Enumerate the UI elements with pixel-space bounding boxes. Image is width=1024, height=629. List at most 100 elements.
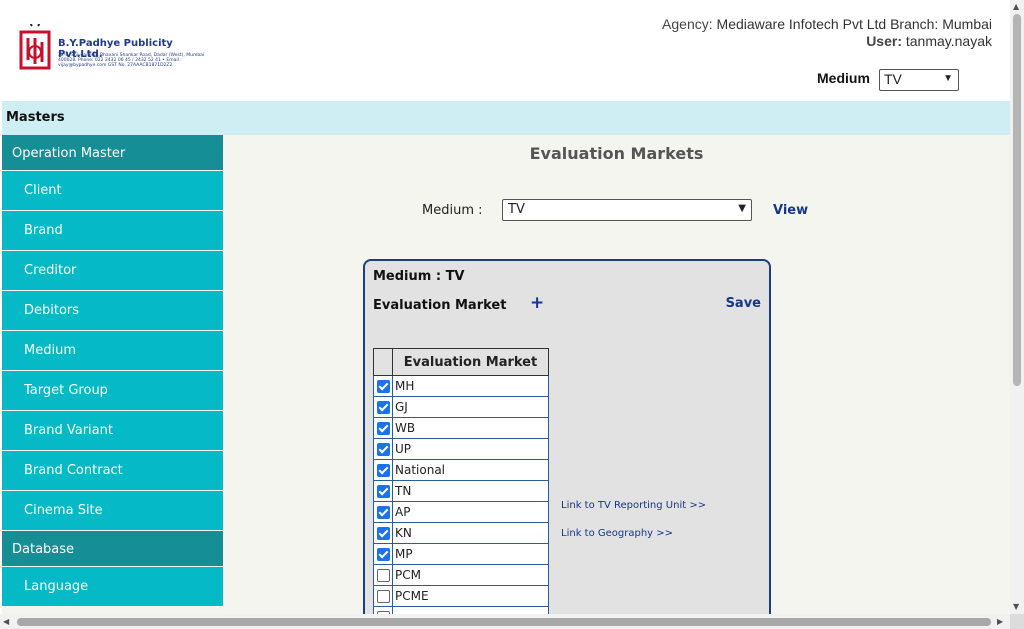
- market-name-cell: GJ: [392, 396, 549, 418]
- row-checkbox[interactable]: [376, 548, 390, 561]
- scroll-up-arrow-icon[interactable]: ▲: [1013, 2, 1019, 11]
- scroll-left-arrow-icon[interactable]: ◀: [3, 617, 9, 626]
- row-checkbox-cell: [373, 564, 393, 586]
- row-checkbox[interactable]: [376, 590, 390, 603]
- evaluation-market-column-header: Evaluation Market: [392, 348, 549, 376]
- medium-filter-select[interactable]: TV ▼: [502, 199, 752, 221]
- market-name-cell: WB: [392, 417, 549, 439]
- add-market-icon[interactable]: +: [530, 293, 544, 313]
- row-checkbox[interactable]: [376, 569, 390, 582]
- header-medium-selected-value: TV: [884, 71, 902, 87]
- masters-bar: Masters: [2, 101, 1010, 135]
- sidebar-item-medium[interactable]: Medium: [2, 331, 223, 371]
- row-checkbox[interactable]: [376, 485, 390, 498]
- row-checkbox-cell: [373, 375, 393, 397]
- market-name-cell: UP: [392, 438, 549, 460]
- scroll-down-arrow-icon[interactable]: ▼: [1013, 602, 1019, 611]
- row-checkbox-cell: [373, 522, 393, 544]
- save-button[interactable]: Save: [726, 296, 761, 311]
- medium-filter-label: Medium :: [422, 203, 483, 218]
- user-value: tanmay.nayak: [905, 33, 992, 49]
- row-checkbox[interactable]: [376, 443, 390, 456]
- row-checkbox[interactable]: [376, 506, 390, 519]
- market-name-cell: TN: [392, 480, 549, 502]
- table-row: AP: [373, 501, 549, 523]
- horizontal-scroll-thumb[interactable]: [17, 618, 991, 626]
- sidebar-item-brand-variant[interactable]: Brand Variant: [2, 411, 223, 451]
- market-name-cell: MH: [392, 375, 549, 397]
- select-column-header: [373, 348, 393, 376]
- user-info: User: tanmay.nayak: [866, 33, 992, 49]
- header-medium-label: Medium: [817, 70, 870, 86]
- row-checkbox-cell: [373, 543, 393, 565]
- evaluation-market-panel: Medium : TV Evaluation Market + Save Eva…: [363, 259, 771, 614]
- sidebar-item-brand-contract[interactable]: Brand Contract: [2, 451, 223, 491]
- table-row: PCM: [373, 564, 549, 586]
- row-checkbox-cell: [373, 417, 393, 439]
- sidebar-item-target-group[interactable]: Target Group: [2, 371, 223, 411]
- row-checkbox[interactable]: [376, 401, 390, 414]
- sidebar-item-brand[interactable]: Brand: [2, 211, 223, 251]
- chevron-down-icon: ▼: [738, 203, 746, 214]
- row-checkbox[interactable]: [376, 527, 390, 540]
- table-row: [373, 606, 549, 614]
- page-header: B.Y.Padhye Publicity Pvt.Ltd. 32-E, Shiv…: [0, 0, 1010, 101]
- sidebar-item-debitors[interactable]: Debitors: [2, 291, 223, 331]
- sidebar-item-cinema-site[interactable]: Cinema Site: [2, 491, 223, 531]
- vertical-scrollbar[interactable]: ▲ ▼: [1010, 0, 1024, 614]
- table-row: TN: [373, 480, 549, 502]
- table-row: WB: [373, 417, 549, 439]
- table-row: National: [373, 459, 549, 481]
- row-checkbox[interactable]: [376, 380, 390, 393]
- market-name-cell: [392, 606, 549, 614]
- row-checkbox-cell: [373, 501, 393, 523]
- agency-value: Mediaware Infotech Pvt Ltd Branch: Mumba…: [716, 16, 992, 32]
- header-medium-select[interactable]: TV ▼: [879, 69, 959, 91]
- table-row: MH: [373, 375, 549, 397]
- scrollbar-corner: [1010, 614, 1024, 629]
- row-checkbox-cell: [373, 438, 393, 460]
- row-checkbox[interactable]: [376, 422, 390, 435]
- sidebar-group-database[interactable]: Database: [2, 531, 223, 567]
- row-checkbox[interactable]: [376, 464, 390, 477]
- medium-filter-selected-value: TV: [508, 202, 525, 217]
- table-row: UP: [373, 438, 549, 460]
- link-geography[interactable]: Link to Geography >>: [561, 528, 673, 539]
- market-name-cell: MP: [392, 543, 549, 565]
- market-name-cell: PCME: [392, 585, 549, 607]
- user-label: User:: [866, 33, 902, 49]
- logo-mark-icon: [19, 24, 51, 70]
- row-checkbox-cell: [373, 459, 393, 481]
- market-name-cell: AP: [392, 501, 549, 523]
- sidebar-item-creditor[interactable]: Creditor: [2, 251, 223, 291]
- evaluation-market-table: Evaluation Market MH GJ WB UP National TN AP KN…: [373, 348, 549, 614]
- table-row: GJ: [373, 396, 549, 418]
- view-button[interactable]: View: [773, 203, 808, 218]
- panel-evaluation-market-label: Evaluation Market: [373, 298, 507, 313]
- sidebar-nav: Operation Master Client Brand Creditor D…: [2, 135, 223, 614]
- sidebar-item-client[interactable]: Client: [2, 171, 223, 211]
- agency-info: Agency: Mediaware Infotech Pvt Ltd Branc…: [662, 16, 992, 32]
- masters-title: Masters: [6, 110, 65, 125]
- browser-viewport: B.Y.Padhye Publicity Pvt.Ltd. 32-E, Shiv…: [0, 0, 1010, 614]
- company-logo: B.Y.Padhye Publicity Pvt.Ltd. 32-E, Shiv…: [18, 24, 218, 72]
- market-name-cell: PCM: [392, 564, 549, 586]
- main-content: Evaluation Markets Medium : TV ▼ View Me…: [223, 135, 1010, 614]
- row-checkbox-cell: [373, 480, 393, 502]
- table-row: PCME: [373, 585, 549, 607]
- chevron-down-icon: ▼: [943, 73, 953, 84]
- market-name-cell: National: [392, 459, 549, 481]
- scroll-right-arrow-icon[interactable]: ▶: [997, 617, 1003, 626]
- vertical-scroll-thumb[interactable]: [1013, 14, 1021, 386]
- logo-address: 32-E, Shivganesh, Bhavani Shankar Road, …: [58, 53, 205, 68]
- row-checkbox-cell: [373, 606, 393, 614]
- link-tv-reporting-unit[interactable]: Link to TV Reporting Unit >>: [561, 500, 706, 511]
- horizontal-scrollbar[interactable]: ◀ ▶: [0, 614, 1010, 629]
- sidebar-item-language[interactable]: Language: [2, 567, 223, 607]
- page-title: Evaluation Markets: [529, 144, 704, 163]
- sidebar-group-operation-master[interactable]: Operation Master: [2, 135, 223, 171]
- row-checkbox-cell: [373, 585, 393, 607]
- panel-medium-caption: Medium : TV: [373, 269, 465, 284]
- table-header-row: Evaluation Market: [373, 348, 549, 376]
- table-row: KN: [373, 522, 549, 544]
